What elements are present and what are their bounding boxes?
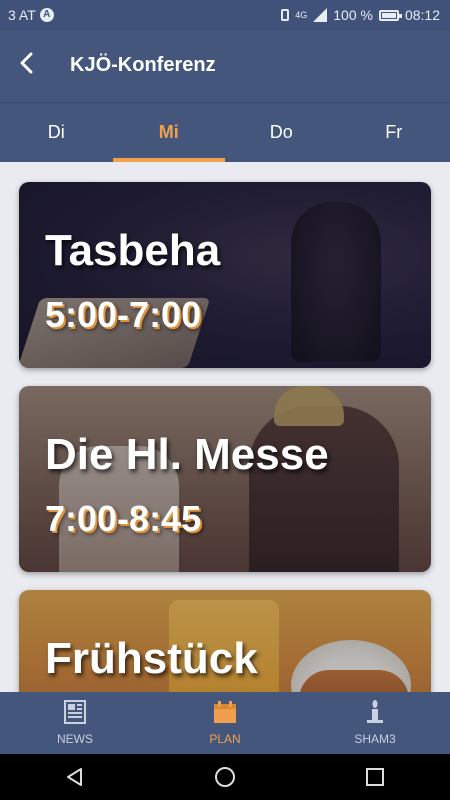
event-card-tasbeha[interactable]: Tasbeha 5:00-7:00 xyxy=(19,182,431,368)
calendar-icon xyxy=(213,700,237,724)
signal-icon xyxy=(313,8,328,22)
recents-square-icon[interactable] xyxy=(355,757,395,797)
tab-do[interactable]: Do xyxy=(225,103,338,162)
vibrate-icon xyxy=(281,9,290,21)
bottom-nav: NEWS PLAN SHAM3 xyxy=(0,692,450,754)
event-card-fruehstueck[interactable]: Frühstück xyxy=(19,590,431,692)
notification-a-icon: A xyxy=(39,8,54,22)
carrier-label: 3 AT xyxy=(8,7,36,23)
event-title: Die Hl. Messe xyxy=(45,430,329,479)
event-title: Tasbeha xyxy=(45,226,221,275)
battery-icon xyxy=(378,9,402,21)
home-circle-icon[interactable] xyxy=(205,757,245,797)
page-title: KJÖ-Konferenz xyxy=(70,54,216,76)
network-type: 4G xyxy=(295,10,308,20)
nav-sham3[interactable]: SHAM3 xyxy=(300,692,450,754)
back-triangle-icon[interactable] xyxy=(55,757,95,797)
nav-plan-label: PLAN xyxy=(209,732,241,746)
day-tabs: Di Mi Do Fr xyxy=(0,102,450,162)
event-card-messe[interactable]: Die Hl. Messe 7:00-8:45 xyxy=(19,386,431,572)
newspaper-icon xyxy=(63,700,87,724)
system-nav-bar xyxy=(0,754,450,800)
back-arrow-icon[interactable] xyxy=(10,48,42,84)
event-title: Frühstück xyxy=(45,634,258,683)
app-bar: KJÖ-Konferenz xyxy=(0,30,450,102)
schedule-list[interactable]: Tasbeha 5:00-7:00 Die Hl. Messe 7:00-8:4… xyxy=(0,162,450,692)
battery-percent: 100 % xyxy=(333,7,373,23)
status-bar: 3 AT A 4G 100 % 08:12 xyxy=(0,0,450,30)
event-time: 5:00-7:00 xyxy=(45,294,202,335)
nav-sham3-label: SHAM3 xyxy=(354,732,396,746)
event-time: 7:00-8:45 xyxy=(45,498,202,539)
tab-mi[interactable]: Mi xyxy=(112,103,226,162)
tab-di[interactable]: Di xyxy=(0,103,113,162)
nav-news-label: NEWS xyxy=(57,732,93,746)
nav-news[interactable]: NEWS xyxy=(0,692,150,754)
tab-fr[interactable]: Fr xyxy=(338,103,450,162)
clock: 08:12 xyxy=(404,7,440,23)
nav-plan[interactable]: PLAN xyxy=(150,692,300,754)
candle-icon xyxy=(363,700,387,724)
